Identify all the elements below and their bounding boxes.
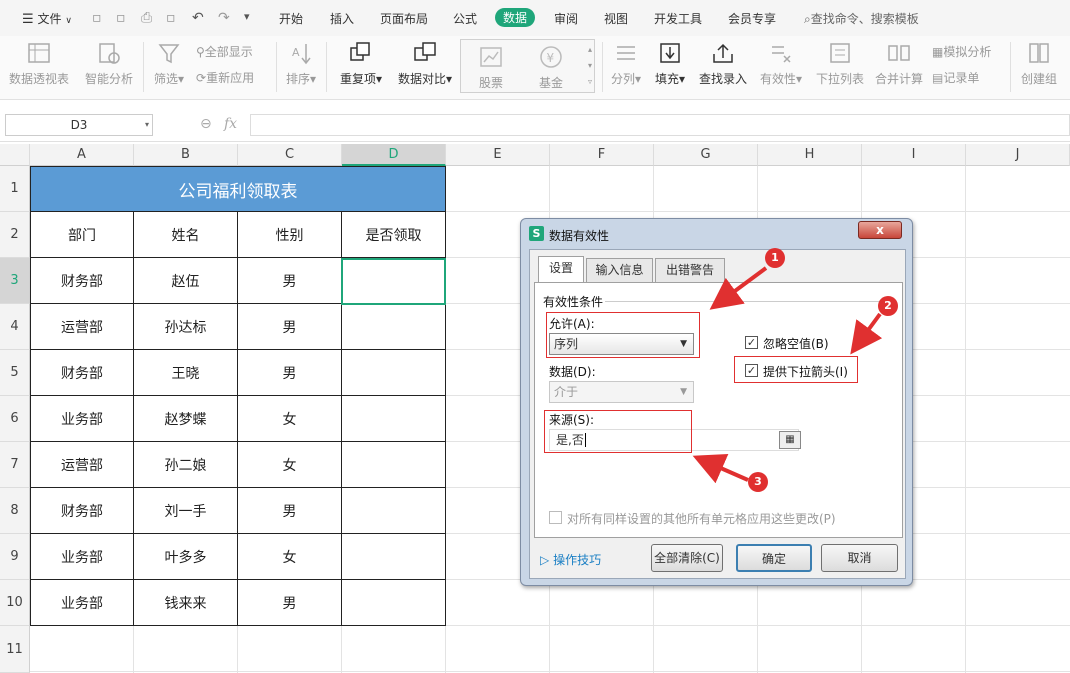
arrow-3 bbox=[692, 453, 749, 484]
annotation-badge-3: 3 bbox=[748, 472, 768, 492]
annotation-badge-1: 1 bbox=[765, 248, 785, 268]
arrow-1 bbox=[709, 266, 768, 310]
annotation-arrows bbox=[692, 266, 883, 484]
annotation-badge-2: 2 bbox=[878, 296, 898, 316]
arrow-2 bbox=[850, 312, 883, 355]
